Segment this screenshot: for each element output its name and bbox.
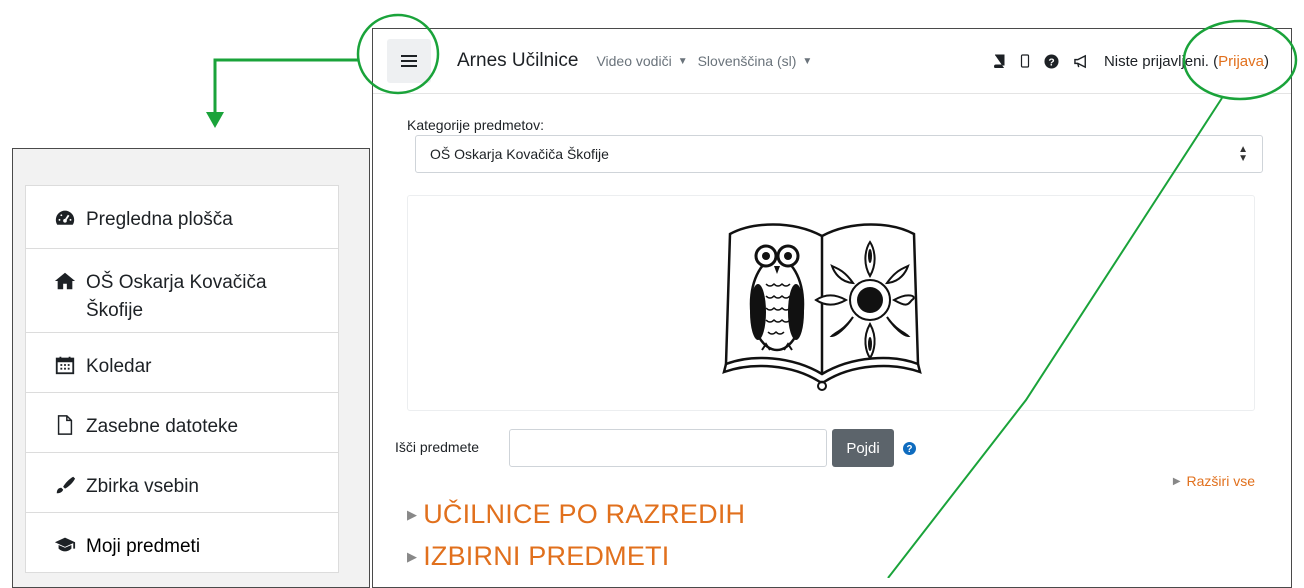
graduation-cap-icon xyxy=(54,537,76,552)
nav-item-my-courses[interactable]: Moji predmeti xyxy=(25,513,339,573)
navbar: Arnes Učilnice Video vodiči ▼ Slovenščina… xyxy=(373,29,1291,93)
caret-down-icon: ▼ xyxy=(677,55,688,67)
mobile-icon[interactable] xyxy=(1020,54,1030,68)
course-search-input[interactable] xyxy=(509,429,827,467)
nav-item-label: Zbirka vsebin xyxy=(86,476,199,497)
dashboard-icon xyxy=(55,210,75,225)
expand-all-link[interactable]: ▶ Razširi vse xyxy=(1173,473,1255,489)
nav-item-calendar[interactable]: Koledar xyxy=(25,333,339,393)
help-icon[interactable]: ? xyxy=(1044,53,1059,69)
search-help-icon[interactable]: ? xyxy=(903,442,916,455)
svg-text:?: ? xyxy=(907,444,913,455)
nav-item-private-files[interactable]: Zasebne datoteke xyxy=(25,393,339,453)
selected-category: OŠ Oskarja Kovačiča Škofije xyxy=(430,146,609,162)
login-link[interactable]: Prijava xyxy=(1218,53,1264,70)
book-icon[interactable] xyxy=(992,54,1006,68)
nav-item-label: Pregledna plošča xyxy=(86,209,233,230)
caret-right-icon: ▶ xyxy=(1172,475,1181,487)
annotation-arrowhead xyxy=(206,112,224,128)
caret-right-icon: ▶ xyxy=(407,548,418,564)
megaphone-icon[interactable] xyxy=(1073,54,1090,69)
home-icon xyxy=(54,272,76,290)
divider xyxy=(373,93,1291,94)
brush-icon xyxy=(56,476,76,494)
nav-item-label: OŠ Oskarja Kovačiča Škofije xyxy=(86,272,267,321)
school-logo-box xyxy=(407,195,1255,411)
login-status: Niste prijavljeni. (Prijava) xyxy=(1103,52,1269,70)
menu-toggle-button[interactable] xyxy=(387,39,431,83)
caret-down-icon: ▼ xyxy=(802,55,813,67)
nav-item-dashboard[interactable]: Pregledna plošča xyxy=(25,185,339,249)
file-icon xyxy=(57,415,73,435)
school-logo xyxy=(722,223,922,391)
user-menu-area: ? Niste prijavljeni. (Prijava) xyxy=(992,29,1269,93)
course-search-label: Išči predmete xyxy=(395,439,480,455)
nav-drawer: Pregledna plošča OŠ Oskarja Kovačiča Ško… xyxy=(12,148,370,588)
language-menu[interactable]: Slovenščina (sl) xyxy=(698,53,797,69)
nav-drawer-list: Pregledna plošča OŠ Oskarja Kovačiča Ško… xyxy=(25,185,339,573)
course-category-select[interactable]: OŠ Oskarja Kovačiča Škofije ▲ ▼ xyxy=(415,135,1263,173)
nav-item-label: Moji predmeti xyxy=(86,536,201,557)
caret-right-icon: ▶ xyxy=(407,506,418,522)
site-name[interactable]: Arnes Učilnice xyxy=(457,50,578,72)
video-guides-menu[interactable]: Video vodiči xyxy=(596,53,671,69)
main-page: Arnes Učilnice Video vodiči ▼ Slovenščina… xyxy=(372,28,1292,588)
course-category-label: Kategorije predmetov: xyxy=(407,117,544,133)
nav-item-school[interactable]: OŠ Oskarja Kovačiča Škofije xyxy=(25,249,339,333)
go-button[interactable]: Pojdi xyxy=(832,429,894,467)
annotation-arrow xyxy=(213,58,358,114)
hamburger-icon xyxy=(401,55,417,67)
nav-item-label: Zasebne datoteke xyxy=(86,416,239,437)
category-link[interactable]: ▶ IZBIRNI PREDMETI xyxy=(407,541,669,572)
category-link[interactable]: ▶ UČILNICE PO RAZREDIH xyxy=(407,499,745,530)
select-arrows-icon: ▲ ▼ xyxy=(1238,144,1248,164)
nav-item-content-bank[interactable]: Zbirka vsebin xyxy=(25,453,339,513)
svg-text:?: ? xyxy=(1048,57,1054,68)
calendar-icon xyxy=(55,356,75,375)
nav-item-label: Koledar xyxy=(86,356,152,377)
top-menu: Video vodiči ▼ Slovenščina (sl) ▼ xyxy=(596,53,822,69)
